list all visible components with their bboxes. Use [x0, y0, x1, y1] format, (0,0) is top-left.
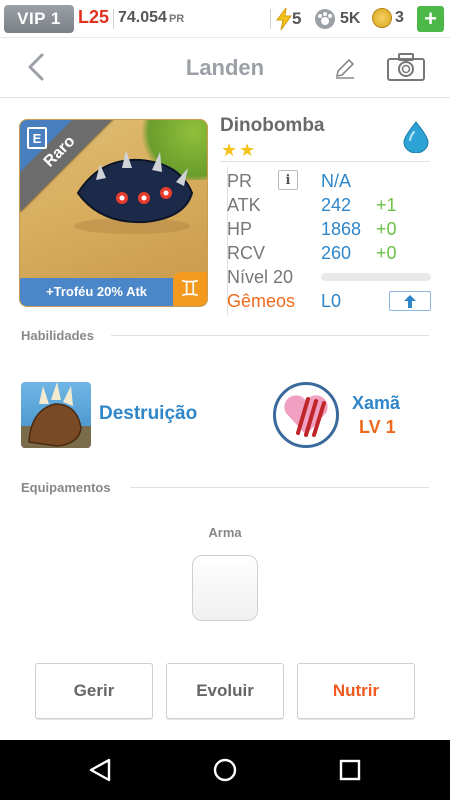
energy-value: 5	[292, 9, 302, 28]
twins-value: L0	[321, 291, 342, 311]
water-element-icon	[403, 121, 429, 153]
atk-bonus: +1	[376, 195, 397, 215]
pr-label: PR	[227, 171, 253, 191]
skill-name[interactable]: Destruição	[99, 403, 197, 425]
rcv-bonus: +0	[376, 243, 397, 263]
vip-badge[interactable]: VIP 1	[4, 5, 74, 33]
coin-value: 3	[395, 9, 404, 26]
equipment-section-title: Equipamentos	[21, 480, 111, 495]
status-bar: VIP 1 L25 74.054 PR 5 5K 3 +	[0, 0, 450, 38]
pr-value: 74.054	[118, 9, 167, 26]
arrow-up-icon	[404, 294, 416, 308]
divider	[220, 161, 430, 162]
divider	[130, 487, 429, 488]
lightning-icon	[276, 8, 292, 30]
player-power-rating: 74.054 PR	[118, 9, 184, 27]
skill-icon[interactable]	[21, 382, 91, 448]
recents-square-icon[interactable]	[337, 757, 363, 783]
add-currency-button[interactable]: +	[417, 6, 444, 32]
pr-unit: PR	[168, 13, 185, 25]
system-nav-bar	[0, 740, 450, 800]
page-header: Landen	[0, 38, 450, 98]
coin-icon	[372, 8, 392, 28]
paw-icon	[315, 9, 335, 29]
back-triangle-icon[interactable]	[87, 757, 113, 783]
page-title: Landen	[185, 55, 265, 80]
monster-portrait[interactable]: Raro E +Troféu 20% Atk ♊	[19, 119, 208, 307]
weapon-slot[interactable]	[192, 555, 258, 621]
level-label: Nível 20	[227, 267, 294, 287]
divider	[270, 9, 271, 29]
info-icon[interactable]: i	[278, 170, 298, 190]
heart-claw-icon	[284, 395, 328, 437]
evolve-button[interactable]: Evoluir	[166, 663, 284, 719]
home-circle-icon[interactable]	[212, 757, 238, 783]
atk-label: ATK	[227, 195, 261, 215]
coin-counter[interactable]: 3	[372, 8, 404, 28]
app-root: VIP 1 L25 74.054 PR 5 5K 3 + Landen Raro…	[0, 0, 450, 800]
camera-icon[interactable]	[386, 52, 426, 82]
divider	[111, 335, 429, 336]
weapon-label: Arma	[208, 525, 242, 540]
monster-name: Dinobomba	[220, 115, 325, 136]
hp-value: 1868	[321, 219, 362, 239]
equipment-badge-icon: E	[27, 127, 47, 149]
rcv-label: RCV	[227, 243, 266, 263]
monster-image	[74, 150, 194, 234]
leader-skill-name[interactable]: Xamã	[352, 393, 400, 414]
xp-progress-bar	[321, 273, 431, 281]
twins-label[interactable]: Gêmeos	[227, 291, 295, 312]
player-level: L25	[78, 7, 110, 27]
abilities-section-title: Habilidades	[21, 328, 94, 343]
claw-icon	[21, 382, 91, 448]
gemini-zodiac-icon: ♊	[173, 272, 207, 306]
hp-label: HP	[227, 219, 253, 239]
leader-skill-icon[interactable]	[273, 382, 339, 448]
pr-stat-value: N/A	[321, 171, 352, 191]
pencil-icon[interactable]	[333, 56, 357, 80]
hp-bonus: +0	[376, 219, 397, 239]
rcv-value: 260	[321, 243, 352, 263]
feed-button[interactable]: Nutrir	[297, 663, 415, 719]
paw-counter[interactable]: 5K	[314, 8, 360, 30]
star-rating: ★★	[221, 140, 258, 160]
leader-skill-level: LV 1	[359, 417, 396, 437]
divider	[113, 9, 114, 29]
manage-button[interactable]: Gerir	[35, 663, 153, 719]
paw-value: 5K	[340, 10, 361, 27]
twins-upgrade-button[interactable]	[389, 291, 431, 311]
energy-counter[interactable]: 5	[276, 8, 301, 30]
atk-value: 242	[321, 195, 352, 215]
